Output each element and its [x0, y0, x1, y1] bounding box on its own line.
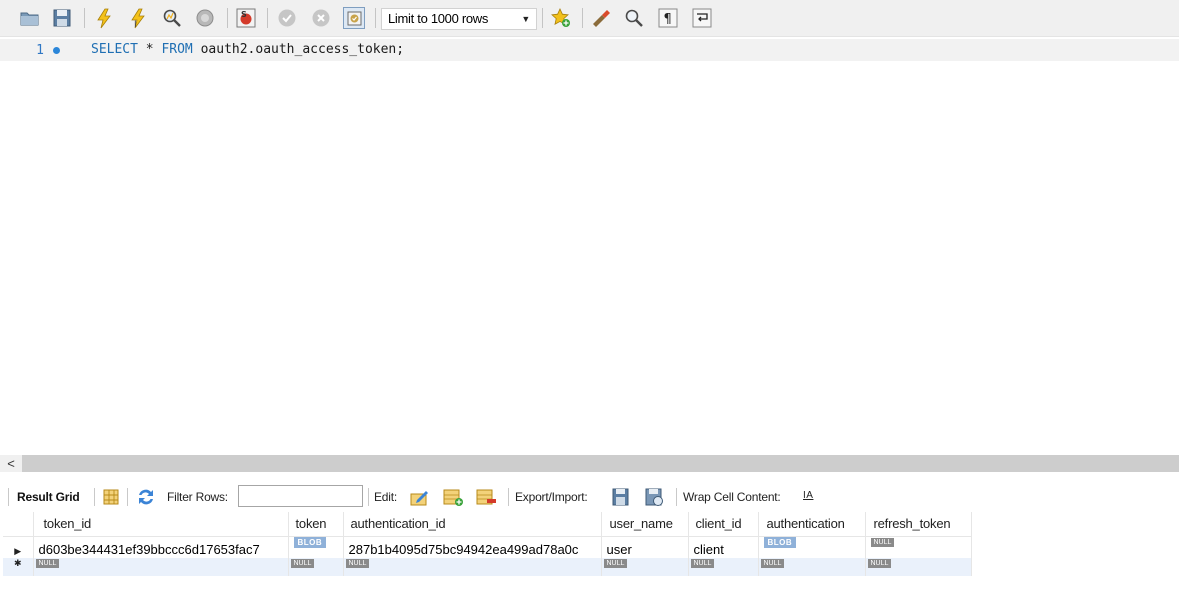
- sql-table-name: oauth2.oauth_access_token;: [192, 42, 405, 57]
- sql-statement[interactable]: SELECT * FROM oauth2.oauth_access_token;: [91, 42, 404, 57]
- sql-keyword-select: SELECT: [91, 42, 138, 57]
- export-import-label: Export/Import:: [515, 490, 588, 504]
- edit-label: Edit:: [374, 490, 398, 504]
- table-header-row: token_id token authentication_id user_na…: [3, 512, 972, 537]
- column-header-token[interactable]: token: [288, 512, 344, 537]
- grid-view-icon[interactable]: [100, 486, 122, 508]
- autocommit-icon[interactable]: [343, 7, 365, 29]
- null-badge: NULL: [290, 559, 315, 568]
- statement-marker-icon: [53, 47, 60, 54]
- new-cell-client-id[interactable]: NULL: [688, 558, 759, 576]
- sql-editor[interactable]: 1 SELECT * FROM oauth2.oauth_access_toke…: [0, 37, 1179, 454]
- toggle-error-icon[interactable]: S: [235, 7, 257, 29]
- refresh-icon[interactable]: [135, 486, 157, 508]
- result-toolbar: Result Grid Filter Rows: Edit: Export/Im…: [0, 482, 1179, 512]
- column-header-label: token: [295, 516, 327, 532]
- sql-editor-toolbar: I S Limit to 1000 rows ▼ ¶: [0, 0, 1179, 37]
- row-marker-header: [3, 512, 34, 537]
- svg-text:S: S: [241, 10, 247, 19]
- column-header-label: client_id: [695, 516, 742, 532]
- new-cell-authentication[interactable]: NULL: [758, 558, 866, 576]
- column-header-client-id[interactable]: client_id: [688, 512, 759, 537]
- line-number: 1: [36, 43, 44, 58]
- execute-icon[interactable]: [93, 7, 115, 29]
- cell-token-id[interactable]: d603be344431ef39bbccc6d17653fac7: [33, 536, 289, 558]
- null-badge: NULL: [35, 559, 60, 568]
- wrap-cell-content-toggle-icon[interactable]: IA: [803, 490, 813, 501]
- column-header-label: refresh_token: [873, 516, 951, 532]
- filter-rows-label: Filter Rows:: [167, 490, 228, 504]
- blob-badge: BLOB: [763, 536, 797, 548]
- open-folder-icon[interactable]: [19, 7, 41, 29]
- edit-row-icon[interactable]: [409, 486, 431, 508]
- null-badge: NULL: [867, 559, 892, 568]
- column-header-label: token_id: [43, 516, 92, 532]
- sql-keyword-from: FROM: [161, 42, 193, 57]
- limit-rows-value: Limit to 1000 rows: [388, 11, 489, 26]
- new-cell-authentication-id[interactable]: NULL: [343, 558, 602, 576]
- column-header-refresh-token[interactable]: refresh_token: [865, 512, 972, 537]
- new-cell-token-id[interactable]: NULL: [33, 558, 289, 576]
- table-row[interactable]: ▶ d603be344431ef39bbccc6d17653fac7 BLOB …: [3, 536, 972, 558]
- column-header-authentication-id[interactable]: authentication_id: [343, 512, 602, 537]
- chevron-down-icon: ▼: [521, 14, 530, 24]
- cell-authentication-id[interactable]: 287b1b4095d75bc94942ea499ad78a0c: [343, 536, 602, 558]
- editor-current-line: 1 SELECT * FROM oauth2.oauth_access_toke…: [0, 39, 1179, 61]
- blob-badge: BLOB: [293, 536, 327, 548]
- result-grid: token_id token authentication_id user_na…: [3, 512, 972, 576]
- new-row[interactable]: ✱ NULL NULL NULL NULL NULL NULL NULL: [3, 558, 972, 576]
- editor-horizontal-scrollbar[interactable]: <: [0, 455, 1179, 472]
- null-badge: NULL: [603, 559, 628, 568]
- cell-token[interactable]: BLOB: [288, 536, 344, 558]
- beautify-icon[interactable]: [590, 7, 612, 29]
- column-header-label: authentication: [766, 516, 845, 532]
- null-badge: NULL: [690, 559, 715, 568]
- add-snippet-icon[interactable]: [550, 7, 572, 29]
- commit-icon[interactable]: [276, 7, 298, 29]
- svg-text:I: I: [134, 20, 137, 29]
- explain-icon[interactable]: [161, 7, 183, 29]
- invisible-chars-icon[interactable]: ¶: [657, 7, 679, 29]
- column-header-authentication[interactable]: authentication: [758, 512, 866, 537]
- cell-refresh-token[interactable]: NULL: [865, 536, 972, 558]
- new-cell-user-name[interactable]: NULL: [601, 558, 689, 576]
- column-header-user-name[interactable]: user_name: [601, 512, 689, 537]
- scroll-left-button[interactable]: <: [0, 455, 22, 472]
- null-badge: NULL: [345, 559, 370, 568]
- cell-authentication[interactable]: BLOB: [758, 536, 866, 558]
- execute-current-icon[interactable]: I: [127, 7, 149, 29]
- find-icon[interactable]: [623, 7, 645, 29]
- new-row-asterisk-icon: ✱: [3, 558, 34, 576]
- export-icon[interactable]: [610, 486, 632, 508]
- insert-row-icon[interactable]: [442, 486, 464, 508]
- null-badge: NULL: [760, 559, 785, 568]
- column-header-token-id[interactable]: token_id: [33, 512, 289, 537]
- sql-star: *: [137, 42, 162, 57]
- wrap-lines-icon[interactable]: [691, 7, 713, 29]
- svg-text:¶: ¶: [664, 12, 672, 27]
- stop-icon[interactable]: [194, 7, 216, 29]
- null-badge: NULL: [870, 537, 895, 547]
- delete-row-icon[interactable]: [475, 486, 497, 508]
- save-icon[interactable]: [51, 7, 73, 29]
- wrap-cell-content-label: Wrap Cell Content:: [683, 490, 781, 504]
- cell-user-name[interactable]: user: [601, 536, 689, 558]
- current-row-arrow-icon: ▶: [3, 536, 34, 558]
- filter-rows-input[interactable]: [238, 485, 363, 507]
- column-header-label: authentication_id: [350, 516, 446, 532]
- new-cell-refresh-token[interactable]: NULL: [865, 558, 972, 576]
- limit-rows-select[interactable]: Limit to 1000 rows ▼: [381, 8, 537, 30]
- column-header-label: user_name: [609, 516, 673, 532]
- new-cell-token[interactable]: NULL: [288, 558, 344, 576]
- rollback-icon[interactable]: [310, 7, 332, 29]
- result-grid-tab[interactable]: Result Grid: [17, 490, 80, 504]
- import-icon[interactable]: [643, 486, 665, 508]
- cell-client-id[interactable]: client: [688, 536, 759, 558]
